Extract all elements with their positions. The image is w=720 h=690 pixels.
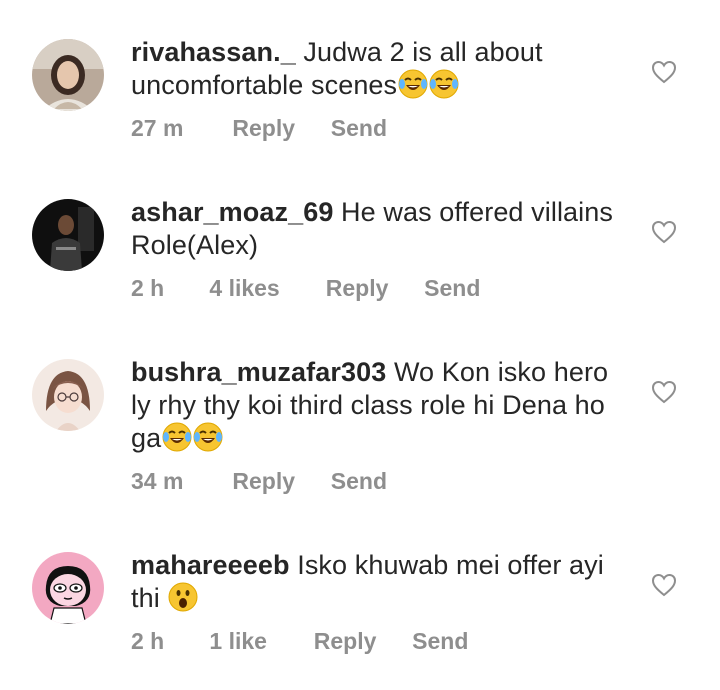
like-heart-icon[interactable] (651, 220, 677, 244)
comment-text: bushra_muzafar303 Wo Kon isko hero ly rh… (131, 356, 631, 455)
comment-username[interactable]: bushra_muzafar303 (131, 357, 386, 387)
comment-username[interactable]: mahareeeeb (131, 550, 290, 580)
comment-meta: 34 m Reply Send (131, 465, 631, 497)
avatar[interactable] (32, 199, 104, 271)
like-heart-icon[interactable] (651, 60, 677, 84)
comment-time: 27 m (131, 115, 184, 141)
avatar[interactable] (32, 359, 104, 431)
comment-username[interactable]: rivahassan._ (131, 37, 296, 67)
send-button[interactable]: Send (331, 465, 387, 497)
comment-time: 2 h (131, 275, 165, 301)
comment-text: mahareeeeb Isko khuwab mei offer ayi thi (131, 549, 631, 615)
face-with-tears-of-joy-icon (162, 422, 192, 452)
face-with-tears-of-joy-icon (398, 69, 428, 99)
send-button[interactable]: Send (331, 112, 387, 144)
face-with-tears-of-joy-icon (429, 69, 459, 99)
reply-button[interactable]: Reply (326, 272, 418, 304)
comment-text: rivahassan._ Judwa 2 is all about uncomf… (131, 36, 631, 102)
reply-button[interactable]: Reply (232, 112, 324, 144)
avatar[interactable] (32, 552, 104, 624)
send-button[interactable]: Send (412, 625, 468, 657)
comment-time: 34 m (131, 468, 184, 494)
comment-username[interactable]: ashar_moaz_69 (131, 197, 333, 227)
face-with-open-mouth-icon (168, 582, 198, 612)
comment-time: 2 h (131, 628, 165, 654)
like-heart-icon[interactable] (651, 573, 677, 597)
face-with-tears-of-joy-icon (193, 422, 223, 452)
comment-likes[interactable]: 4 likes (209, 272, 319, 304)
comment-meta: 2 h 1 like Reply Send (131, 625, 631, 657)
comment-meta: 27 m Reply Send (131, 112, 631, 144)
send-button[interactable]: Send (424, 272, 480, 304)
comment-likes[interactable]: 1 like (209, 625, 307, 657)
reply-button[interactable]: Reply (314, 625, 406, 657)
reply-button[interactable]: Reply (232, 465, 324, 497)
like-heart-icon[interactable] (651, 380, 677, 404)
comment-meta: 2 h 4 likes Reply Send (131, 272, 631, 304)
comment-text: ashar_moaz_69 He was offered villains Ro… (131, 196, 631, 262)
avatar[interactable] (32, 39, 104, 111)
